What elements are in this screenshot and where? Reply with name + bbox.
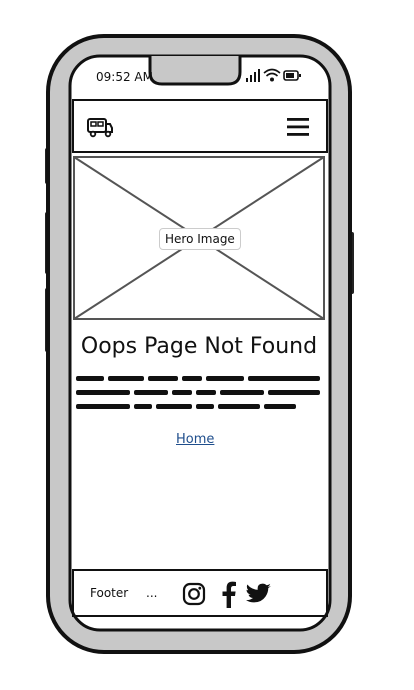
status-icons — [246, 68, 301, 82]
hamburger-menu-icon[interactable] — [286, 116, 310, 138]
phone-mockup: 09:52 AM Hero Image Oops Page Not Found … — [0, 0, 414, 690]
page-title: Oops Page Not Found — [80, 334, 318, 359]
footer-more: ... — [146, 586, 158, 600]
facebook-icon[interactable] — [220, 580, 238, 608]
placeholder-text-scribble — [76, 376, 320, 409]
status-time: 09:52 AM — [96, 70, 153, 84]
instagram-icon[interactable] — [182, 580, 206, 608]
home-link[interactable]: Home — [176, 432, 214, 447]
camper-van-icon[interactable] — [86, 116, 114, 138]
signal-icon — [246, 69, 260, 82]
battery-icon — [283, 70, 301, 81]
twitter-icon[interactable] — [246, 580, 272, 608]
wifi-icon — [263, 68, 281, 82]
footer-label: Footer — [90, 586, 129, 600]
hero-image-label: Hero Image — [159, 228, 241, 250]
